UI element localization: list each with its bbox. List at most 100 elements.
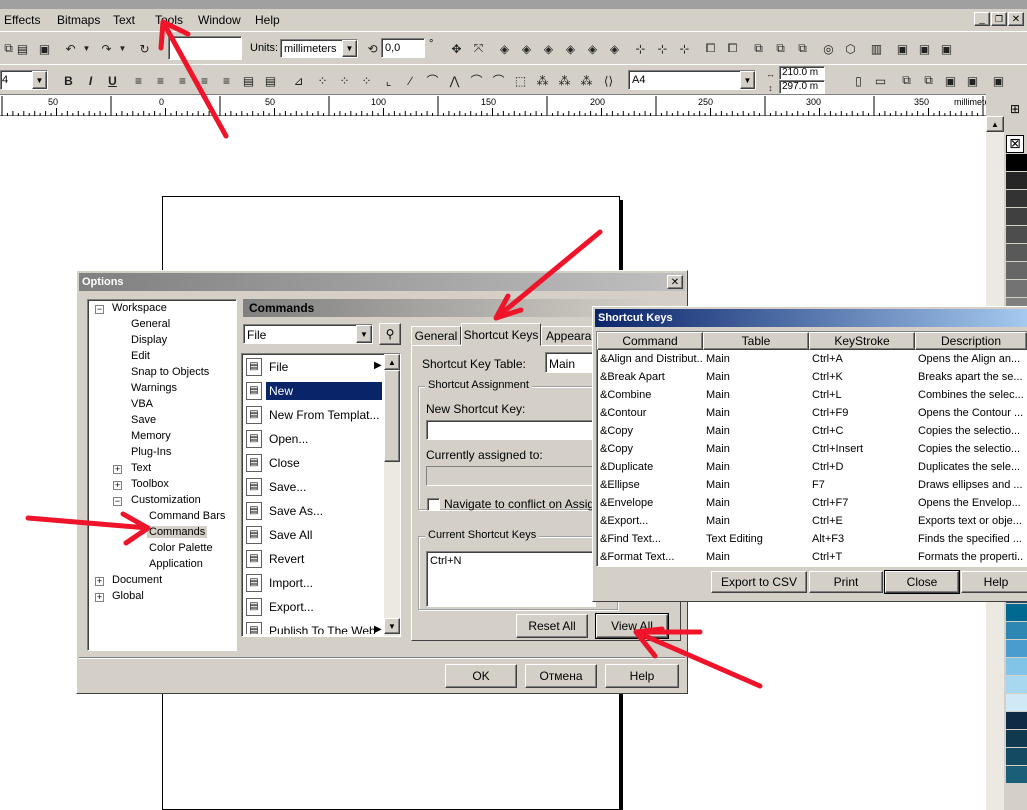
color-swatch[interactable]: [1006, 748, 1027, 766]
tb2-icon-a[interactable]: ▤: [240, 72, 257, 89]
tb-icon-i[interactable]: ⊹: [676, 40, 693, 57]
table-row[interactable]: &Envelope Main Ctrl+F7 Opens the Envelop...: [597, 496, 1023, 514]
tb-icon-s[interactable]: ▣: [938, 40, 955, 57]
menu-effects[interactable]: Effects: [4, 13, 40, 27]
color-swatch[interactable]: [1006, 766, 1027, 784]
node-icon-n[interactable]: ⟨⟩: [600, 72, 617, 89]
ruler-corner-icon[interactable]: ⊞: [1005, 100, 1025, 118]
node-icon-j[interactable]: ⬚: [512, 72, 529, 89]
underline-icon[interactable]: U: [104, 72, 121, 89]
table-row[interactable]: &Export... Main Ctrl+E Exports text or obje…: [597, 514, 1023, 532]
tb-icon-e[interactable]: ◈: [584, 40, 601, 57]
color-swatch[interactable]: [1006, 226, 1027, 244]
node-icon-c[interactable]: ⁘: [358, 72, 375, 89]
page-width-field[interactable]: 210.0 m: [779, 66, 825, 80]
command-item[interactable]: ▤ Import...: [244, 572, 382, 594]
color-swatch[interactable]: [1006, 190, 1027, 208]
tb-icon-c[interactable]: ◈: [540, 40, 557, 57]
scroll-up-button[interactable]: ▲: [986, 116, 1004, 132]
landscape-icon[interactable]: ▭: [872, 72, 889, 89]
units-dropdown-button[interactable]: ▼: [342, 40, 357, 57]
node-icon-b[interactable]: ⁘: [336, 72, 353, 89]
nudge-field[interactable]: [168, 36, 242, 60]
table-row[interactable]: &Contour Main Ctrl+F9 Opens the Contour ...: [597, 406, 1023, 424]
shortcut-titlebar[interactable]: Shortcut Keys: [595, 309, 1027, 327]
redo-dropdown-icon[interactable]: ▼: [114, 40, 131, 57]
color-swatch[interactable]: [1006, 640, 1027, 658]
color-swatch[interactable]: [1006, 244, 1027, 262]
color-swatch[interactable]: [1006, 622, 1027, 640]
commands-scroll-thumb[interactable]: [384, 370, 400, 462]
tb-icon-n[interactable]: ⧉: [794, 40, 811, 57]
italic-icon[interactable]: I: [82, 72, 99, 89]
tree-item[interactable]: Plug-Ins: [129, 446, 173, 458]
tb-icon-k[interactable]: ⧠: [724, 40, 741, 57]
command-item[interactable]: ▤ Revert: [244, 548, 382, 570]
doc-close-button[interactable]: ✕: [1008, 12, 1024, 26]
align-justify-icon[interactable]: ≡: [196, 72, 213, 89]
node-icon-m[interactable]: ⁂: [578, 72, 595, 89]
align-full-icon[interactable]: ≡: [218, 72, 235, 89]
tree-item[interactable]: General: [129, 318, 172, 330]
units-select[interactable]: millimeters ▼: [280, 39, 358, 58]
commands-scroll-up[interactable]: ▲: [384, 354, 400, 370]
tb2-icon-f[interactable]: ▣: [964, 72, 981, 89]
commands-scrollbar[interactable]: ▲ ▼: [384, 354, 400, 636]
navigate-checkbox[interactable]: [427, 498, 440, 511]
tb-icon-o[interactable]: ◎: [820, 40, 837, 57]
options-help-button[interactable]: Help: [605, 664, 679, 688]
table-row[interactable]: &Align and Distribut... Main Ctrl+A Opens t…: [597, 352, 1023, 370]
tree-item[interactable]: Commands: [147, 526, 208, 538]
tree-expander[interactable]: +: [95, 577, 104, 586]
tree-item[interactable]: Customization: [129, 494, 203, 506]
current-keys-list[interactable]: Ctrl+N: [426, 551, 596, 607]
undo-icon[interactable]: ↶: [62, 40, 79, 57]
tree-item[interactable]: VBA: [129, 398, 155, 410]
color-swatch[interactable]: [1006, 172, 1027, 190]
tab-general[interactable]: General: [411, 326, 461, 345]
tree-item[interactable]: Global: [110, 590, 146, 602]
color-swatch[interactable]: [1006, 154, 1027, 172]
tree-item[interactable]: Edit: [129, 350, 152, 362]
color-swatch[interactable]: [1006, 262, 1027, 280]
tb-icon-a[interactable]: ◈: [496, 40, 513, 57]
tb-icon-m[interactable]: ⧉: [772, 40, 789, 57]
ok-button[interactable]: OK: [445, 664, 517, 688]
align-right-icon[interactable]: ≡: [174, 72, 191, 89]
tree-item[interactable]: Toolbox: [129, 478, 171, 490]
export-csv-button[interactable]: Export to CSV: [711, 571, 807, 593]
table-row[interactable]: &Copy Main Ctrl+C Copies the selectio...: [597, 424, 1023, 442]
shortcut-help-button[interactable]: Help: [961, 571, 1027, 593]
node-icon-i[interactable]: ⌒: [490, 72, 507, 89]
command-item[interactable]: ▤ Save All: [244, 524, 382, 546]
table-row[interactable]: &Find Text... Text Editing Alt+F3 Finds the…: [597, 532, 1023, 550]
tree-item[interactable]: Display: [129, 334, 169, 346]
command-item[interactable]: ▤ New From Templat...: [244, 404, 382, 426]
tb2-icon-b[interactable]: ▤: [262, 72, 279, 89]
color-swatch[interactable]: [1006, 604, 1027, 622]
options-tree[interactable]: − Workspace General Display Edit Snap to Obje…: [87, 299, 237, 651]
command-item[interactable]: ▤ New: [244, 380, 382, 402]
tb2-icon-e[interactable]: ▣: [942, 72, 959, 89]
tree-item[interactable]: Command Bars: [147, 510, 227, 522]
tb-icon-d[interactable]: ◈: [562, 40, 579, 57]
color-swatch[interactable]: [1006, 280, 1027, 298]
command-item[interactable]: ▤ Publish To The Web ▶: [244, 620, 382, 634]
tree-expander[interactable]: +: [113, 481, 122, 490]
column-header-table[interactable]: Table: [703, 332, 809, 350]
menu-window[interactable]: Window: [198, 13, 241, 27]
align-center-icon[interactable]: ≡: [152, 72, 169, 89]
shortcut-close-button[interactable]: Close: [884, 570, 960, 594]
node-icon-l[interactable]: ⁂: [556, 72, 573, 89]
export-tb-icon[interactable]: ▣: [36, 40, 53, 57]
tree-item[interactable]: Text: [129, 462, 153, 474]
page-height-field[interactable]: 297.0 m: [779, 80, 825, 94]
cancel-button[interactable]: Отмена: [525, 664, 597, 688]
node-icon-g[interactable]: ⋀: [446, 72, 463, 89]
font-size-select[interactable]: 4 ▼: [0, 70, 48, 90]
redo-icon[interactable]: ↷: [98, 40, 115, 57]
tree-expander[interactable]: +: [95, 593, 104, 602]
bold-icon[interactable]: B: [60, 72, 77, 89]
command-item[interactable]: ▤ Open...: [244, 428, 382, 450]
new-key-input[interactable]: [426, 420, 596, 440]
